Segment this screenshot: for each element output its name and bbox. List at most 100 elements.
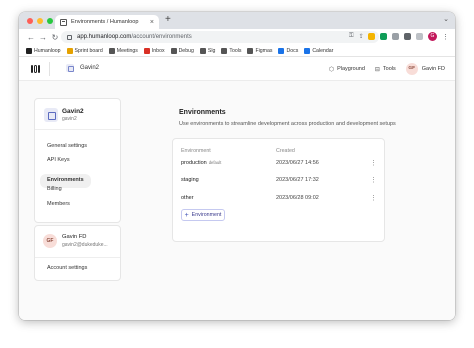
profile-avatar[interactable]: G bbox=[428, 32, 437, 41]
table-row[interactable]: staging 2023/06/27 17:32 ⋮ bbox=[181, 177, 377, 189]
lock-icon bbox=[67, 34, 72, 40]
tools-label: Tools bbox=[382, 66, 396, 72]
user-card-email: gavin2@dukeduke... bbox=[62, 242, 108, 248]
address-bar[interactable]: app.humanloop.com/account/environments ⚿… bbox=[61, 31, 379, 43]
environment-name-cell: other bbox=[181, 195, 194, 201]
sidebar-item-general-settings[interactable]: General settings bbox=[40, 139, 118, 154]
page-content: Gavin2 gavin2 General settings API Keys En… bbox=[19, 81, 455, 320]
tab-strip: Environments / Humanloop × + ⌄ bbox=[19, 12, 455, 29]
sidebar-org-handle: gavin2 bbox=[62, 116, 77, 122]
bookmark-item[interactable]: Sprint board bbox=[66, 47, 103, 54]
bookmark-icon bbox=[247, 47, 254, 54]
bookmark-icon bbox=[304, 47, 311, 54]
bookmark-item[interactable]: Debug bbox=[170, 47, 194, 54]
bookmark-item[interactable]: Humanloop bbox=[26, 47, 61, 54]
row-menu-icon[interactable]: ⋮ bbox=[370, 176, 377, 184]
user-card: GF Gavin FD gavin2@dukeduke... Account s… bbox=[34, 225, 121, 281]
bookmark-icon bbox=[278, 47, 285, 54]
extension-icon[interactable] bbox=[380, 33, 387, 40]
table-row[interactable]: other 2023/06/28 09:02 ⋮ bbox=[181, 195, 377, 207]
maximize-window-button[interactable] bbox=[47, 17, 53, 24]
plus-icon: + bbox=[184, 211, 189, 219]
bookmark-label: Figmas bbox=[255, 47, 273, 54]
bookmark-icon bbox=[26, 47, 32, 54]
extensions-area: G ⋮ bbox=[368, 32, 449, 41]
bookmark-item[interactable]: Figmas bbox=[247, 47, 273, 54]
bookmark-label: Debug bbox=[178, 47, 194, 54]
url-domain: app.humanloop.com bbox=[77, 34, 132, 40]
key-icon[interactable]: ⚿ bbox=[349, 33, 354, 40]
bookmark-item[interactable]: Inbox bbox=[143, 47, 165, 54]
tab-search-chevron-icon[interactable]: ⌄ bbox=[443, 15, 449, 23]
playground-link[interactable]: ⬡ Playground bbox=[329, 66, 365, 73]
settings-sidebar: Gavin2 gavin2 General settings API Keys En… bbox=[34, 98, 121, 223]
bookmark-item[interactable]: Docs bbox=[278, 47, 299, 54]
bookmark-label: Slg bbox=[207, 47, 216, 54]
page-description: Use environments to streamline developme… bbox=[179, 121, 396, 127]
default-badge: default bbox=[208, 160, 222, 165]
header-divider bbox=[49, 62, 50, 76]
sidebar-item-api-keys[interactable]: API Keys bbox=[40, 154, 118, 169]
header-actions: ⬡ Playground ⊟ Tools GF Gavin FD bbox=[329, 63, 445, 75]
bookmark-item[interactable]: Calendar bbox=[304, 47, 333, 54]
environment-name: other bbox=[181, 195, 194, 201]
org-switcher[interactable]: Gavin2 bbox=[66, 64, 99, 72]
add-environment-button[interactable]: + Environment bbox=[181, 209, 225, 221]
created-date: 2023/06/27 14:56 bbox=[276, 160, 319, 166]
app-header: Gavin2 ⬡ Playground ⊟ Tools GF Gavin FD bbox=[19, 57, 455, 81]
table-header: Environment Created bbox=[181, 148, 377, 154]
environment-name-cell: production default bbox=[181, 160, 221, 166]
org-name: Gavin2 bbox=[80, 65, 100, 71]
share-icon[interactable]: ⇪ bbox=[359, 33, 364, 40]
bookmark-label: Tools bbox=[229, 47, 242, 54]
playground-icon: ⬡ bbox=[328, 66, 335, 73]
bookmark-item[interactable]: Slg bbox=[199, 47, 216, 54]
window-controls bbox=[27, 17, 53, 24]
reload-icon[interactable]: ↻ bbox=[49, 33, 61, 42]
bookmark-item[interactable]: Meetings bbox=[108, 47, 138, 54]
bookmark-icon bbox=[66, 47, 73, 54]
environment-name-cell: staging bbox=[181, 177, 199, 183]
account-settings-link[interactable]: Account settings bbox=[47, 265, 87, 271]
add-environment-label: Environment bbox=[191, 212, 222, 218]
org-icon bbox=[66, 64, 74, 72]
humanloop-logo-icon[interactable] bbox=[31, 65, 40, 73]
url-path: /account/environments bbox=[131, 34, 192, 40]
bookmark-label: Inbox bbox=[151, 47, 165, 54]
environment-name: staging bbox=[181, 177, 199, 183]
bookmark-label: Docs bbox=[286, 47, 299, 54]
user-card-name: Gavin FD bbox=[62, 234, 87, 240]
tools-icon: ⊟ bbox=[374, 66, 380, 73]
avatar: GF bbox=[43, 234, 57, 248]
back-icon[interactable]: ← bbox=[25, 33, 37, 42]
settings-nav: General settings API Keys Environments Bill… bbox=[40, 139, 118, 212]
minimize-window-button[interactable] bbox=[37, 17, 43, 24]
extension-icon[interactable] bbox=[392, 33, 399, 40]
tools-link[interactable]: ⊟ Tools bbox=[375, 66, 396, 73]
bookmark-label: Humanloop bbox=[34, 47, 61, 54]
bookmark-item[interactable]: Tools bbox=[221, 47, 242, 54]
sidebar-toggle-icon[interactable] bbox=[416, 33, 423, 40]
forward-icon[interactable]: → bbox=[37, 33, 49, 42]
sidebar-org-name: Gavin2 bbox=[62, 108, 84, 115]
created-date: 2023/06/27 17:32 bbox=[276, 177, 319, 183]
extension-icon[interactable] bbox=[368, 33, 375, 40]
new-tab-button[interactable]: + bbox=[165, 14, 171, 25]
close-window-button[interactable] bbox=[27, 17, 33, 24]
bookmark-icon bbox=[221, 47, 228, 54]
user-menu[interactable]: GF Gavin FD bbox=[405, 63, 445, 75]
sidebar-item-members[interactable]: Members bbox=[40, 197, 118, 212]
table-row[interactable]: production default 2023/06/27 14:56 ⋮ bbox=[181, 160, 377, 172]
bookmark-label: Sprint board bbox=[74, 47, 103, 54]
row-menu-icon[interactable]: ⋮ bbox=[370, 194, 377, 202]
browser-tab[interactable]: Environments / Humanloop × bbox=[55, 15, 159, 29]
bookmark-label: Meetings bbox=[116, 47, 138, 54]
tab-close-icon[interactable]: × bbox=[150, 19, 154, 26]
environments-table: Environment Created production default 202… bbox=[172, 138, 385, 242]
bookmark-icon bbox=[199, 47, 206, 54]
puzzle-icon[interactable] bbox=[404, 33, 411, 40]
created-date: 2023/06/28 09:02 bbox=[276, 195, 319, 201]
row-menu-icon[interactable]: ⋮ bbox=[370, 159, 377, 167]
menu-dots-icon[interactable]: ⋮ bbox=[442, 33, 449, 41]
playground-label: Playground bbox=[337, 66, 365, 72]
